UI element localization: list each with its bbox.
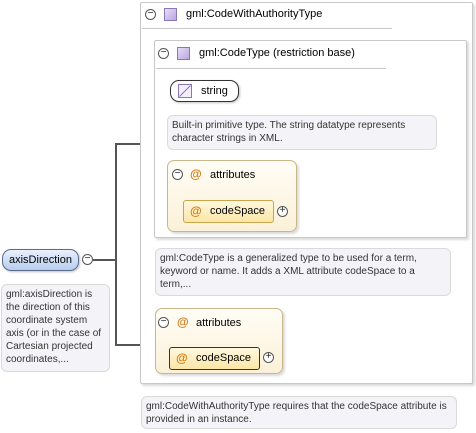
complex-type-icon: [177, 47, 190, 60]
attributes-at-icon: @: [177, 315, 189, 329]
string-type-name: string: [201, 85, 228, 97]
connector-root-out: [93, 259, 117, 261]
axis-direction-description: gml:axisDirection is the direction of th…: [1, 284, 110, 372]
outer-type-description: gml:CodeWithAuthorityType requires that …: [141, 396, 457, 429]
outer-attributes-label: attributes: [196, 317, 242, 329]
outer-codespace-name: codeSpace: [196, 352, 252, 364]
inner-attributes-label: attributes: [210, 169, 256, 181]
outer-codespace-expand[interactable]: +: [263, 352, 274, 363]
inner-attributes-toggle[interactable]: −: [172, 169, 183, 180]
inner-codespace-name: codeSpace: [210, 205, 266, 217]
attribute-at-icon: @: [176, 351, 188, 365]
axis-direction-name: axisDirection: [9, 254, 72, 266]
inner-type-description: gml:CodeType is a generalized type to be…: [155, 248, 451, 296]
outer-attributes-toggle[interactable]: −: [158, 317, 169, 328]
complex-type-icon: [164, 8, 177, 21]
inner-codespace-expand[interactable]: +: [277, 206, 288, 217]
outer-type-header-divider: [142, 28, 392, 29]
inner-type-header-divider: [156, 68, 386, 69]
simple-type-icon: [178, 84, 192, 98]
attributes-at-icon: @: [190, 167, 202, 181]
attribute-at-icon: @: [190, 204, 202, 218]
outer-type-toggle[interactable]: −: [145, 9, 156, 20]
inner-type-name: gml:CodeType (restriction base): [199, 47, 355, 59]
axis-direction-toggle[interactable]: −: [82, 254, 93, 265]
string-type-description: Built-in primitive type. The string data…: [167, 115, 437, 150]
inner-type-toggle[interactable]: −: [158, 48, 169, 59]
outer-type-name: gml:CodeWithAuthorityType: [186, 8, 323, 20]
connector-vertical: [115, 143, 117, 346]
